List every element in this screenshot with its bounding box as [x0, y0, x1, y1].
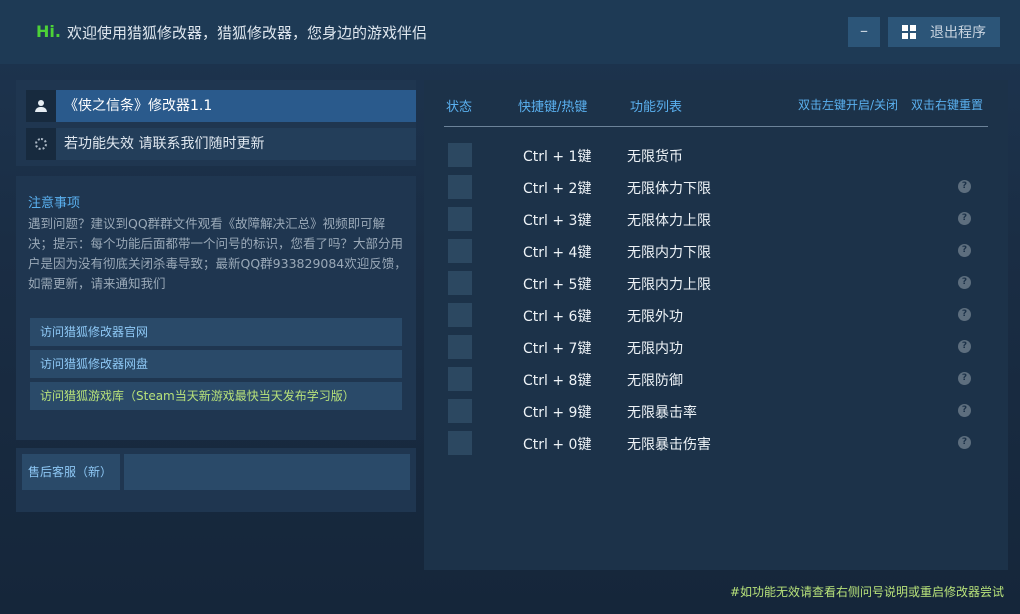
help-icon[interactable]: ?	[958, 276, 971, 289]
game-title: 《侠之信条》修改器1.1	[56, 90, 416, 122]
status-toggle[interactable]	[448, 367, 472, 391]
help-icon[interactable]: ?	[958, 244, 971, 257]
title-bar: Hi. 欢迎使用猎狐修改器，猎狐修改器，您身边的游戏伴侣 – 退出程序	[0, 0, 1020, 64]
status-toggle[interactable]	[448, 399, 472, 423]
customer-service-button[interactable]: 售后客服（新）	[22, 454, 120, 490]
hotkey-row[interactable]: Ctrl + 2键 无限体力下限?	[448, 175, 978, 199]
help-icon[interactable]: ?	[958, 372, 971, 385]
function-label: 无限防御	[627, 373, 683, 389]
status-toggle[interactable]	[448, 271, 472, 295]
spinner-icon-box	[26, 128, 56, 160]
service-box	[124, 454, 410, 490]
status-toggle[interactable]	[448, 175, 472, 199]
function-label: 无限外功	[627, 309, 683, 325]
function-label: 无限内力下限	[627, 245, 711, 261]
hotkey-row[interactable]: Ctrl + 1键 无限货币	[448, 143, 978, 167]
hotkey-label: Ctrl + 7键	[523, 341, 592, 357]
status-toggle[interactable]	[448, 207, 472, 231]
help-icon[interactable]: ?	[958, 436, 971, 449]
welcome-text: 欢迎使用猎狐修改器，猎狐修改器，您身边的游戏伴侣	[67, 24, 428, 42]
game-title-row: 《侠之信条》修改器1.1	[26, 90, 416, 122]
hotkey-row[interactable]: Ctrl + 9键 无限暴击率?	[448, 399, 978, 423]
help-icon[interactable]: ?	[958, 308, 971, 321]
col-hotkey: 快捷键/热键	[518, 100, 588, 115]
function-label: 无限体力下限	[627, 181, 711, 197]
function-label: 无限体力上限	[627, 213, 711, 229]
hi-label: Hi.	[36, 22, 61, 41]
hotkey-label: Ctrl + 0键	[523, 437, 592, 453]
hotkey-label: Ctrl + 1键	[523, 149, 592, 165]
hotkey-row[interactable]: Ctrl + 7键 无限内功?	[448, 335, 978, 359]
col-function: 功能列表	[630, 100, 683, 115]
hotkey-row[interactable]: Ctrl + 3键 无限体力上限?	[448, 207, 978, 231]
function-label: 无限暴击伤害	[627, 437, 711, 453]
status-toggle[interactable]	[448, 431, 472, 455]
hotkey-panel: 状态 快捷键/热键 功能列表 双击左键开启/关闭 双击右键重置 Ctrl + 1…	[424, 80, 1008, 570]
hotkey-label: Ctrl + 4键	[523, 245, 592, 261]
official-site-link[interactable]: 访问猎狐修改器官网	[30, 318, 402, 346]
help-icon[interactable]: ?	[958, 180, 971, 193]
status-toggle[interactable]	[448, 335, 472, 359]
status-toggle[interactable]	[448, 143, 472, 167]
header-divider	[444, 126, 988, 127]
loading-icon	[35, 138, 47, 150]
user-icon-box	[26, 90, 56, 122]
help-icon[interactable]: ?	[958, 404, 971, 417]
exit-button[interactable]: 退出程序	[888, 17, 1000, 47]
status-toggle[interactable]	[448, 303, 472, 327]
notice-row: 若功能失效 请联系我们随时更新	[26, 128, 416, 160]
hotkey-row[interactable]: Ctrl + 5键 无限内力上限?	[448, 271, 978, 295]
hotkey-label: Ctrl + 5键	[523, 277, 592, 293]
toggle-hint: 双击左键开启/关闭	[798, 98, 899, 112]
function-label: 无限暴击率	[627, 405, 697, 421]
hotkey-label: Ctrl + 8键	[523, 373, 592, 389]
hotkey-label: Ctrl + 9键	[523, 405, 592, 421]
help-icon[interactable]: ?	[958, 340, 971, 353]
hotkey-label: Ctrl + 6键	[523, 309, 592, 325]
notes-body: 遇到问题？建议到QQ群群文件观看《故障解决汇总》视频即可解决；提示：每个功能后面…	[28, 216, 407, 291]
notes-panel: 注意事项 遇到问题？建议到QQ群群文件观看《故障解决汇总》视频即可解决；提示：每…	[16, 176, 416, 440]
hotkey-row[interactable]: Ctrl + 0键 无限暴击伤害?	[448, 431, 978, 455]
minimize-button[interactable]: –	[848, 17, 880, 47]
footer-note: #如功能无效请查看右侧问号说明或重启修改器尝试	[729, 585, 1004, 599]
help-icon[interactable]: ?	[958, 212, 971, 225]
hotkey-label: Ctrl + 3键	[523, 213, 592, 229]
hotkey-row[interactable]: Ctrl + 8键 无限防御?	[448, 367, 978, 391]
notice-text: 若功能失效 请联系我们随时更新	[56, 128, 416, 160]
exit-label: 退出程序	[930, 25, 986, 41]
col-status: 状态	[446, 100, 473, 115]
hotkey-row[interactable]: Ctrl + 4键 无限内力下限?	[448, 239, 978, 263]
game-library-link[interactable]: 访问猎狐游戏库（Steam当天新游戏最快当天发布学习版）	[30, 382, 402, 410]
notes-title: 注意事项	[28, 196, 81, 211]
reset-hint: 双击右键重置	[911, 98, 984, 112]
windows-icon	[902, 25, 916, 39]
hotkey-row[interactable]: Ctrl + 6键 无限外功?	[448, 303, 978, 327]
function-label: 无限货币	[627, 149, 683, 165]
function-label: 无限内功	[627, 341, 683, 357]
trainer-title-panel: 《侠之信条》修改器1.1 若功能失效 请联系我们随时更新	[16, 80, 416, 166]
function-label: 无限内力上限	[627, 277, 711, 293]
status-toggle[interactable]	[448, 239, 472, 263]
hotkey-label: Ctrl + 2键	[523, 181, 592, 197]
user-icon	[35, 100, 47, 112]
netdisk-link[interactable]: 访问猎狐修改器网盘	[30, 350, 402, 378]
service-panel: 售后客服（新）	[16, 448, 416, 512]
